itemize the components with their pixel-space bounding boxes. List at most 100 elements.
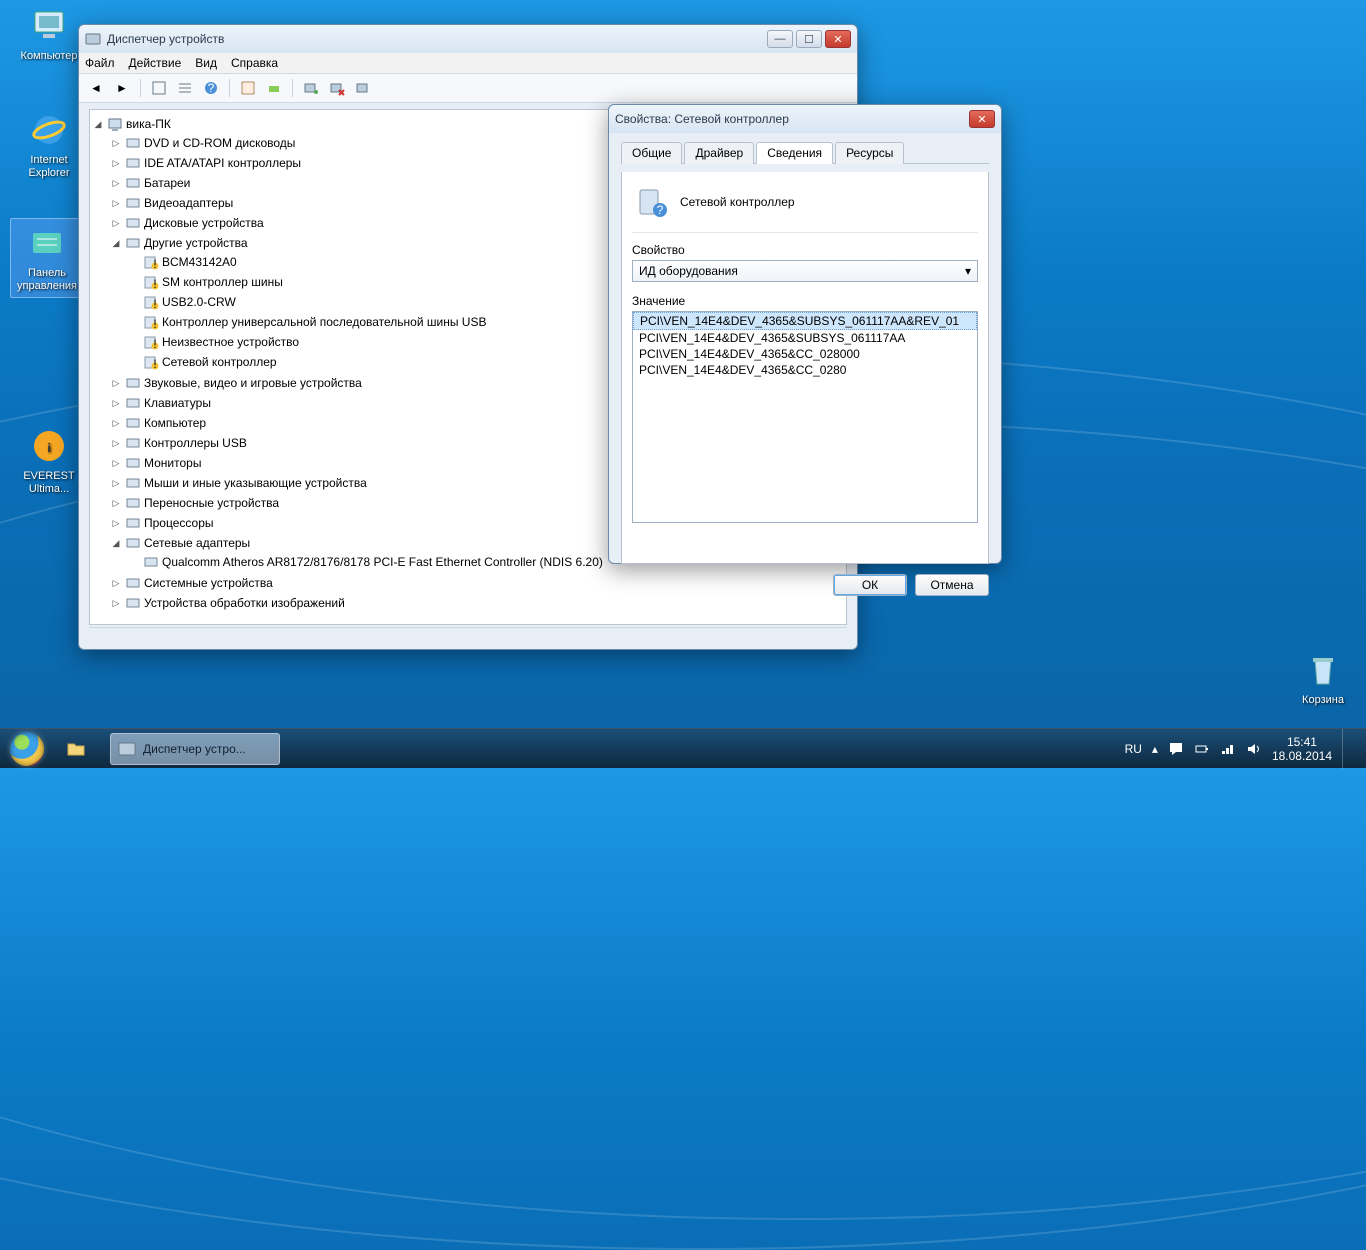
properties-button[interactable] <box>237 77 259 99</box>
keyboard-icon <box>125 395 141 411</box>
toolbar-divider <box>292 79 293 97</box>
tree-category-label: Другие устройства <box>144 236 248 250</box>
network-icon[interactable] <box>1220 741 1236 757</box>
svg-text:!: ! <box>153 277 156 290</box>
usb-icon <box>125 435 141 451</box>
forward-button[interactable]: ► <box>111 77 133 99</box>
cpu-icon <box>125 515 141 531</box>
clock[interactable]: 15:41 18.08.2014 <box>1272 735 1332 763</box>
recycle-bin-icon <box>1303 650 1343 690</box>
desktop-icon-everest[interactable]: i EVEREST Ultima... <box>12 426 86 496</box>
computer-tree-icon <box>125 415 141 431</box>
show-desktop-button[interactable] <box>1342 729 1356 769</box>
update-driver-button[interactable] <box>263 77 285 99</box>
hardware-id-item[interactable]: PCI\VEN_14E4&DEV_4365&CC_028000 <box>633 346 977 362</box>
taskbar-item-device-manager[interactable]: Диспетчер устро... <box>110 733 280 765</box>
audio-icon <box>125 375 141 391</box>
tree-category-label: Звуковые, видео и игровые устройства <box>144 376 362 390</box>
tree-category-label: Устройства обработки изображений <box>144 596 345 610</box>
unknown-device-icon: ! <box>143 314 159 330</box>
titlebar[interactable]: Свойства: Сетевой контроллер ✕ <box>609 105 1001 133</box>
minimize-button[interactable]: — <box>767 30 793 48</box>
show-hidden-button[interactable] <box>148 77 170 99</box>
menu-view[interactable]: Вид <box>195 56 217 70</box>
tree-category-label: Видеоадаптеры <box>144 196 233 210</box>
close-button[interactable]: ✕ <box>969 110 995 128</box>
titlebar[interactable]: Диспетчер устройств — ☐ ✕ <box>79 25 857 53</box>
hardware-id-item[interactable]: PCI\VEN_14E4&DEV_4365&SUBSYS_061117AA <box>633 330 977 346</box>
desktop-icon-label: Компьютер <box>12 50 86 63</box>
control-panel-icon <box>27 223 67 263</box>
tray-chevron-icon[interactable]: ▴ <box>1152 742 1158 756</box>
svg-text:?: ? <box>208 81 215 95</box>
tree-item-label: USB2.0-CRW <box>162 295 236 309</box>
tree-category-label: Сетевые адаптеры <box>144 536 250 550</box>
battery-icon <box>125 175 141 191</box>
start-button[interactable] <box>0 729 54 769</box>
close-button[interactable]: ✕ <box>825 30 851 48</box>
svg-text:!: ! <box>153 337 156 350</box>
tree-category-label: DVD и CD-ROM дисководы <box>144 136 295 150</box>
property-dropdown[interactable]: ИД оборудования ▾ <box>632 260 978 282</box>
menu-file[interactable]: Файл <box>85 56 115 70</box>
back-button[interactable]: ◄ <box>85 77 107 99</box>
dialog-title: Свойства: Сетевой контроллер <box>615 112 969 126</box>
menu-action[interactable]: Действие <box>129 56 182 70</box>
desktop-icon-control-panel[interactable]: Панель управления <box>10 218 84 298</box>
taskbar-item-label: Диспетчер устро... <box>143 742 246 756</box>
desktop-icon-computer[interactable]: Компьютер <box>12 6 86 63</box>
tree-item-label: Сетевой контроллер <box>162 355 277 369</box>
tab-panel: ? Сетевой контроллер Свойство ИД оборудо… <box>621 172 989 564</box>
scan-hardware-button[interactable] <box>300 77 322 99</box>
hardware-id-item[interactable]: PCI\VEN_14E4&DEV_4365&CC_0280 <box>633 362 977 378</box>
unknown-device-icon <box>125 235 141 251</box>
unknown-device-icon: ! <box>143 354 159 370</box>
device-manager-icon <box>85 31 101 47</box>
help-button[interactable]: ? <box>200 77 222 99</box>
unknown-device-icon: ! <box>143 254 159 270</box>
taskbar: Диспетчер устро... RU ▴ 15:41 18.08.2014 <box>0 728 1366 768</box>
tab-driver[interactable]: Драйвер <box>684 142 754 164</box>
list-button[interactable] <box>174 77 196 99</box>
desktop-icon-label: Корзина <box>1286 694 1360 707</box>
volume-icon[interactable] <box>1246 741 1262 757</box>
hardware-id-item[interactable]: PCI\VEN_14E4&DEV_4365&SUBSYS_061117AA&RE… <box>633 312 977 330</box>
imaging-icon <box>125 595 141 611</box>
tab-details[interactable]: Сведения <box>756 142 833 164</box>
desktop-icon-label: EVEREST Ultima... <box>12 470 86 496</box>
network-icon <box>125 535 141 551</box>
desktop-icon-ie[interactable]: Internet Explorer <box>12 110 86 180</box>
desktop-icon-label: Internet Explorer <box>12 154 86 180</box>
windows-orb-icon <box>10 732 44 766</box>
device-name: Сетевой контроллер <box>680 195 795 209</box>
cancel-button[interactable]: Отмена <box>915 574 989 596</box>
disable-button[interactable] <box>352 77 374 99</box>
svg-text:?: ? <box>657 203 664 217</box>
clock-time: 15:41 <box>1272 735 1332 749</box>
property-label: Свойство <box>632 243 978 257</box>
menu-help[interactable]: Справка <box>231 56 278 70</box>
uninstall-button[interactable] <box>326 77 348 99</box>
chevron-down-icon: ▾ <box>965 264 971 278</box>
maximize-button[interactable]: ☐ <box>796 30 822 48</box>
values-listbox[interactable]: PCI\VEN_14E4&DEV_4365&SUBSYS_061117AA&RE… <box>632 311 978 523</box>
menubar: Файл Действие Вид Справка <box>79 53 857 74</box>
unknown-device-icon: ! <box>143 274 159 290</box>
tree-root-label: вика-ПК <box>126 117 171 131</box>
clock-date: 18.08.2014 <box>1272 749 1332 763</box>
tab-resources[interactable]: Ресурсы <box>835 142 904 164</box>
svg-text:i: i <box>47 441 50 455</box>
tree-item-label: Контроллер универсальной последовательно… <box>162 315 486 329</box>
taskbar-pinned-explorer[interactable] <box>60 733 106 765</box>
svg-text:!: ! <box>153 257 156 270</box>
desktop-icon-recycle-bin[interactable]: Корзина <box>1286 650 1360 707</box>
ie-icon <box>29 110 69 150</box>
language-indicator[interactable]: RU <box>1125 742 1142 756</box>
tabs: Общие Драйвер Сведения Ресурсы <box>621 141 989 164</box>
tab-general[interactable]: Общие <box>621 142 682 164</box>
battery-icon[interactable] <box>1194 741 1210 757</box>
ok-button[interactable]: ОК <box>833 574 907 596</box>
tree-category-label: Контроллеры USB <box>144 436 247 450</box>
action-center-icon[interactable] <box>1168 741 1184 757</box>
tree-category-label: Системные устройства <box>144 576 273 590</box>
